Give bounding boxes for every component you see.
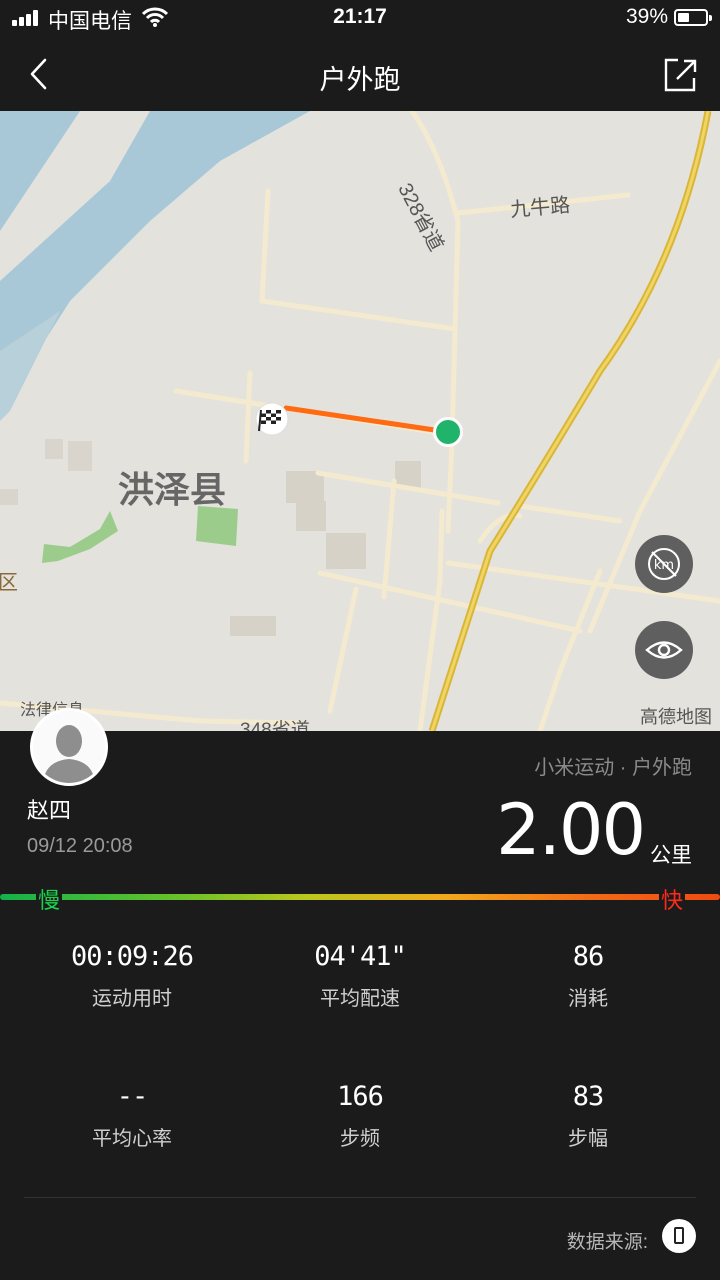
- stat-label: 运动用时: [92, 988, 172, 1010]
- route-map[interactable]: 洪泽县 328省道 九牛路 348省道 区 法律信息 km 高德地图: [0, 111, 720, 731]
- stat-stride: 83 步幅: [468, 1081, 708, 1151]
- stat-avg-pace: 04'41" 平均配速: [240, 941, 480, 1011]
- phone-device-icon[interactable]: [662, 1219, 696, 1253]
- stat-label: 平均心率: [92, 1128, 172, 1150]
- stat-cadence: 166 步频: [240, 1081, 480, 1151]
- divider: [24, 1197, 696, 1198]
- share-button[interactable]: [662, 54, 698, 94]
- eye-icon: [645, 641, 683, 659]
- pace-slow-label: 慢: [36, 883, 63, 915]
- map-label-jiuniu-road: 九牛路: [509, 194, 572, 222]
- distance-unit: 公里: [650, 844, 692, 867]
- workout-source: 小米运动 · 户外跑: [534, 757, 692, 779]
- share-icon: [664, 58, 697, 92]
- pace-fast-label: 快: [659, 883, 686, 915]
- km-marker-toggle-button[interactable]: km: [635, 535, 693, 593]
- stat-label: 步频: [340, 1128, 380, 1150]
- page-title: 户外跑: [319, 65, 401, 95]
- map-visibility-button[interactable]: [635, 621, 693, 679]
- stat-value: 86: [572, 941, 605, 972]
- avatar-silhouette-icon: [43, 725, 95, 783]
- user-name: 赵四: [27, 798, 72, 823]
- km-marker-toggle-icon: km: [648, 548, 680, 580]
- stat-label: 平均配速: [320, 988, 400, 1010]
- map-label-county: 洪泽县: [118, 469, 227, 510]
- pace-gradient-bar: [0, 894, 720, 900]
- stat-calories: 86 消耗: [468, 941, 708, 1011]
- map-credit: 高德地图: [640, 707, 712, 727]
- stat-value: 00:09:26: [70, 941, 194, 972]
- data-source-label: 数据来源:: [566, 1232, 648, 1253]
- stat-value: 83: [572, 1081, 605, 1112]
- stat-duration: 00:09:26 运动用时: [12, 941, 252, 1011]
- stat-label: 步幅: [568, 1128, 608, 1150]
- map-label-road-348: 348省道: [240, 720, 310, 731]
- battery-icon: [674, 9, 712, 26]
- nav-bar: 户外跑: [0, 36, 720, 111]
- avatar[interactable]: [30, 708, 108, 786]
- map-label-district: 区: [0, 572, 18, 594]
- stat-value: 04'41": [314, 941, 407, 972]
- battery-percent: 39%: [625, 5, 668, 28]
- stat-avg-heart-rate: -- 平均心率: [12, 1081, 252, 1151]
- workout-datetime: 09/12 20:08: [27, 835, 133, 857]
- status-bar: 中国电信 21:17 39%: [0, 0, 720, 36]
- stat-label: 消耗: [568, 988, 608, 1010]
- stat-value: --: [116, 1081, 149, 1112]
- distance-value: 2.00: [496, 789, 646, 871]
- clock: 21:17: [333, 5, 387, 28]
- summary-panel: 赵四 09/12 20:08 小米运动 · 户外跑 2.00 公里 慢 快 00…: [0, 708, 720, 1280]
- map-canvas: [0, 111, 720, 731]
- stat-value: 166: [337, 1081, 384, 1112]
